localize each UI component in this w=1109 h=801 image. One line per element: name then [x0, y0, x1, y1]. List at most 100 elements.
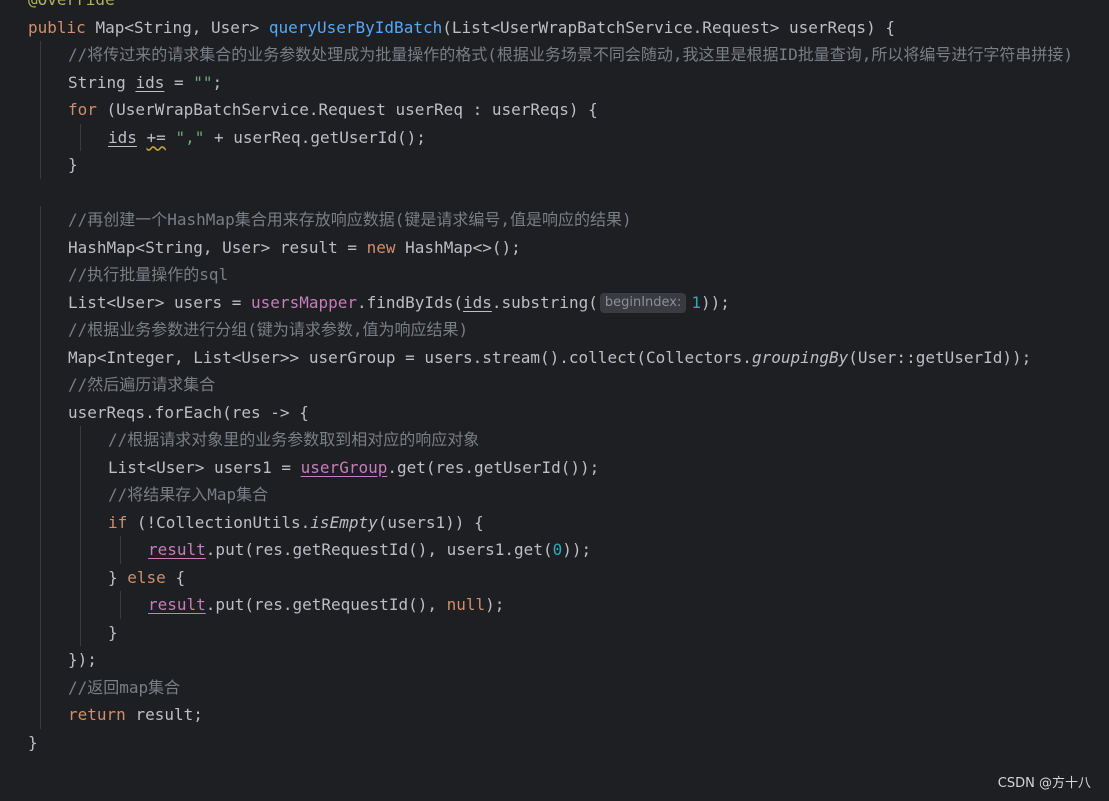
indent-guide [80, 508, 81, 536]
code-line-content: List<User> users = usersMapper.findByIds… [28, 292, 730, 313]
indent-guide [40, 646, 41, 674]
code-area[interactable]: @Override public Map<String, User> queryU… [28, 0, 1073, 756]
code-line[interactable]: //将结果存入Map集合 [28, 481, 1073, 509]
code-line-content: HashMap<String, User> result = new HashM… [28, 238, 521, 257]
code-line-content: //根据业务参数进行分组(键为请求参数,值为响应结果) [28, 320, 468, 339]
code-line[interactable]: return result; [28, 701, 1073, 729]
code-line[interactable]: userReqs.forEach(res -> { [28, 398, 1073, 426]
code-token: result; [135, 705, 203, 724]
code-line-content: ids += "," + userReq.getUserId(); [28, 128, 426, 147]
indent-guide [40, 68, 41, 96]
indent-guide [80, 618, 81, 646]
code-line-content: //将传过来的请求集合的业务参数处理成为批量操作的格式(根据业务场景不同会随动,… [28, 45, 1073, 64]
code-line[interactable]: //根据请求对象里的业务参数取到相对应的响应对象 [28, 426, 1073, 454]
code-line-content: }); [28, 650, 97, 669]
code-token: @Override [28, 0, 115, 9]
code-line[interactable]: List<User> users = usersMapper.findByIds… [28, 288, 1073, 316]
code-line[interactable]: } [28, 151, 1073, 179]
code-line[interactable]: ids += "," + userReq.getUserId(); [28, 123, 1073, 151]
indent-guide [40, 673, 41, 701]
code-token: (User::getUserId)); [848, 347, 1032, 367]
code-token: HashMap<>(); [405, 237, 521, 257]
code-token: { [175, 567, 186, 587]
code-line-content: List<User> users1 = userGroup.get(res.ge… [28, 458, 599, 477]
code-token: List<User> users = [68, 292, 252, 312]
code-line[interactable]: result.put(res.getRequestId(), users1.ge… [28, 536, 1073, 564]
code-line-content: userReqs.forEach(res -> { [28, 403, 309, 422]
code-token: ); [485, 595, 505, 614]
code-token: .put(res.getRequestId(), users1.get( [205, 540, 553, 559]
code-line[interactable]: } [28, 729, 1073, 757]
code-token: HashMap<String, User> result = [68, 237, 367, 257]
code-token: if [108, 512, 137, 532]
code-line[interactable]: String ids = ""; [28, 68, 1073, 96]
indent-guide [40, 563, 41, 591]
code-token: public [28, 17, 96, 37]
indent-guide [40, 508, 41, 536]
indent-guide [80, 536, 81, 564]
code-line[interactable]: } else { [28, 563, 1073, 591]
code-line[interactable] [28, 179, 1073, 207]
code-token: ids [108, 127, 137, 147]
code-token: "" [193, 72, 213, 92]
code-line[interactable]: } [28, 618, 1073, 646]
code-editor[interactable]: @Override public Map<String, User> queryU… [0, 0, 1109, 801]
code-token: )); [562, 540, 592, 559]
indent-guide [40, 701, 41, 729]
code-line[interactable]: //根据业务参数进行分组(键为请求参数,值为响应结果) [28, 316, 1073, 344]
code-line[interactable]: List<User> users1 = userGroup.get(res.ge… [28, 453, 1073, 481]
code-token: } [108, 622, 118, 642]
code-token: ; [212, 72, 223, 92]
code-line[interactable]: //将传过来的请求集合的业务参数处理成为批量操作的格式(根据业务场景不同会随动,… [28, 41, 1073, 69]
indent-guide [40, 426, 41, 454]
code-line[interactable]: public Map<String, User> queryUserByIdBa… [28, 14, 1073, 42]
code-line-content: //将结果存入Map集合 [28, 485, 268, 504]
indent-guide [40, 261, 41, 289]
code-line-content: //返回map集合 [28, 678, 180, 697]
code-token: //将传过来的请求集合的业务参数处理成为批量操作的格式(根据业务场景不同会随动,… [68, 45, 1074, 64]
code-token: 0 [552, 540, 563, 559]
indent-guide [120, 591, 121, 619]
code-token: + userReq.getUserId(); [204, 127, 426, 147]
code-token: } [68, 155, 78, 174]
indent-guide [40, 453, 41, 481]
code-line[interactable]: result.put(res.getRequestId(), null); [28, 591, 1073, 619]
code-line[interactable]: //然后遍历请求集合 [28, 371, 1073, 399]
code-token: //然后遍历请求集合 [68, 375, 216, 394]
code-token: Map<String, User> [95, 17, 269, 37]
code-token: .findByIds( [357, 292, 463, 312]
code-line[interactable]: //再创建一个HashMap集合用来存放响应数据(键是请求编号,值是响应的结果) [28, 206, 1073, 234]
code-line[interactable]: HashMap<String, User> result = new HashM… [28, 233, 1073, 261]
code-token: String [68, 72, 136, 92]
code-line-content: result.put(res.getRequestId(), users1.ge… [28, 540, 591, 559]
code-token: ids [135, 72, 165, 92]
indent-guide [40, 41, 41, 69]
indent-guide [40, 343, 41, 371]
code-token: (UserWrapBatchService.Request userReq : … [106, 100, 598, 119]
code-token: null [446, 595, 486, 614]
indent-guide [40, 96, 41, 124]
code-line-content: String ids = ""; [28, 73, 222, 92]
code-token: //根据业务参数进行分组(键为请求参数,值为响应结果) [68, 320, 469, 339]
code-line-content: //根据请求对象里的业务参数取到相对应的响应对象 [28, 430, 479, 449]
indent-guide [80, 123, 81, 151]
code-line-content: //执行批量操作的sql [28, 265, 228, 284]
code-token: for [68, 100, 107, 119]
code-line[interactable]: if (!CollectionUtils.isEmpty(users1)) { [28, 508, 1073, 536]
code-token: } [28, 732, 38, 752]
code-token: "," [175, 127, 205, 147]
code-line[interactable]: }); [28, 646, 1073, 674]
code-token: result [148, 540, 206, 559]
code-line[interactable]: //执行批量操作的sql [28, 261, 1073, 289]
indent-guide [80, 426, 81, 454]
code-line[interactable]: for (UserWrapBatchService.Request userRe… [28, 96, 1073, 124]
code-line[interactable]: //返回map集合 [28, 673, 1073, 701]
indent-guide [80, 563, 81, 591]
indent-guide [120, 536, 121, 564]
indent-guide [80, 481, 81, 509]
code-token: //返回map集合 [68, 677, 181, 697]
code-line[interactable]: Map<Integer, List<User>> userGroup = use… [28, 343, 1073, 371]
indent-guide [40, 288, 41, 316]
indent-guide [40, 591, 41, 619]
code-line[interactable]: @Override [28, 0, 1073, 14]
